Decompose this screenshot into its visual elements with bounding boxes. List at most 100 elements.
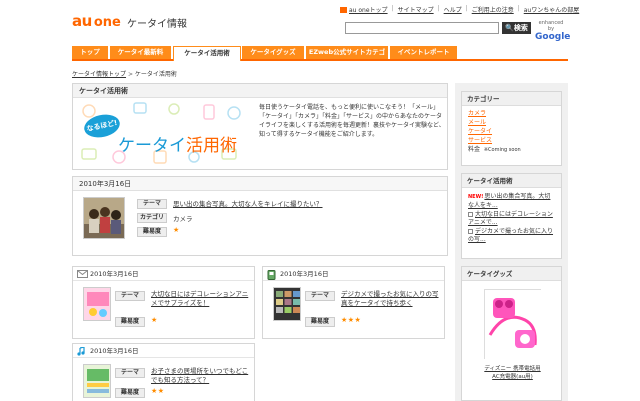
site-section-title: ケータイ情報 (127, 19, 187, 30)
card-theme-link[interactable]: お子さまの居場所をいつでもどこでも知る方法って？ (151, 367, 251, 385)
google-enhanced-label: enhanced by (538, 20, 564, 32)
tab-goods[interactable]: ケータイグッズ (242, 46, 305, 59)
search-input[interactable] (345, 22, 499, 34)
google-logo: Google (535, 32, 571, 42)
tab-howto[interactable]: ケータイ活用術 (173, 46, 241, 61)
feature-difficulty-label: 難易度 (137, 227, 167, 237)
phone-icon (267, 270, 276, 280)
coming-soon-note: ※Coming soon (483, 147, 521, 153)
hero-box-title: ケータイ活用術 (73, 84, 447, 98)
goods-caption-line1[interactable]: ディズニー 携帯電話用 (466, 365, 559, 373)
card-theme-label: テーマ (115, 368, 145, 378)
sidebar-howto-title: ケータイ活用術 (462, 174, 561, 188)
new-badge: NEW! (468, 194, 484, 200)
entry-card: 2010年3月16日 テーマ デジカメで撮ったお気に入りの写真をケータイで持ち歩… (262, 266, 445, 339)
card-header: 2010年3月16日 (73, 344, 254, 358)
card-theme-label: テーマ (305, 291, 335, 301)
group-photo-image (84, 198, 124, 238)
feature-category-label: カテゴリ (137, 213, 167, 223)
card-theme-link[interactable]: 大切な日にはデコレーションアニメでサプライズを！ (151, 290, 251, 308)
hero-title: ケータイ活用術 (118, 131, 237, 156)
card-theme-link[interactable]: デジカメで撮ったお気に入りの写真をケータイで持ち歩く (341, 290, 441, 308)
separator: | (437, 5, 440, 12)
card-difficulty-label: 難易度 (305, 317, 335, 327)
tab-top[interactable]: トップ (72, 46, 109, 59)
breadcrumb: ケータイ情報トップ > ケータイ活用術 (72, 69, 177, 78)
hero-title-part1: ケータイ (118, 136, 186, 156)
separator: | (391, 5, 394, 12)
tab-ezweb-category[interactable]: EZweb公式サイトカテゴリ (306, 46, 389, 69)
card-theme-label: テーマ (115, 291, 145, 301)
card-header: 2010年3月16日 (263, 267, 444, 281)
card-date: 2010年3月16日 (90, 270, 139, 278)
mail-icon (77, 270, 88, 278)
hero-box: ケータイ活用術 なるほど! ケータイ活用術 毎日使うケータイ電話を、もっと便利に… (72, 83, 448, 170)
card-thumbnail[interactable] (83, 287, 111, 321)
feature-category-value: カメラ (173, 215, 193, 223)
goods-caption[interactable]: ディズニー 携帯電話用 AC充電器(au用) (466, 365, 559, 381)
top-link-help[interactable]: ヘルプ (444, 5, 462, 14)
sidebar-howto-item[interactable]: 大切な日にはデコレーションアニメで... (462, 209, 561, 226)
hero-description: 毎日使うケータイ電話を、もっと便利に使いこなそう！「メール」「ケータイ」「カメラ… (259, 104, 445, 138)
au-one-logo[interactable]: au one (72, 12, 121, 30)
breadcrumb-separator: > (127, 71, 133, 78)
main-content: ケータイ活用術 なるほど! ケータイ活用術 毎日使うケータイ電話を、もっと便利に… (72, 83, 448, 401)
top-links: au oneトップ | サイトマップ | ヘルプ | ご利用上の注意 | auワ… (340, 5, 579, 14)
sidebar-item-camera[interactable]: カメラ (468, 109, 555, 118)
logo-au: au (72, 12, 92, 30)
sidebar-item-service[interactable]: サービス (468, 136, 555, 145)
top-link-home[interactable]: au oneトップ (340, 5, 388, 14)
sidebar-goods-box: ケータイグッズ ディズニー 携帯電話用 AC充電器(au用) (461, 266, 562, 401)
sidebar-item-keitai[interactable]: ケータイ (468, 127, 555, 136)
arrow-bullet-icon (468, 212, 473, 217)
main-nav: トップ ケータイ最新料 ケータイ活用術 ケータイグッズ EZweb公式サイトカテ… (72, 46, 568, 69)
deco-anime-image (84, 288, 110, 320)
sidebar: カテゴリー カメラ メール ケータイ サービス 料金 ※Coming soon … (455, 83, 568, 401)
sidebar-howto-item[interactable]: NEW!思い出の集合写真。大切な人をキ... (462, 188, 561, 209)
breadcrumb-parent[interactable]: ケータイ情報トップ (72, 71, 126, 78)
music-note-icon (77, 347, 85, 356)
feature-date: 2010年3月16日 (73, 177, 447, 191)
feature-entry: 2010年3月16日 テーマ 思い出の集合写真。大切な人をキレイに撮りたい？ カ… (72, 176, 448, 256)
top-link-terms[interactable]: ご利用上の注意 (472, 5, 514, 14)
entry-card: 2010年3月16日 テーマ 大切な日にはデコレーションアニメでサプライズを！ … (72, 266, 255, 339)
sidebar-item-fee: 料金 ※Coming soon (468, 146, 521, 153)
top-link-wanchan[interactable]: auワンちゃんの部屋 (524, 5, 579, 14)
card-difficulty-label: 難易度 (115, 317, 145, 327)
sidebar-howto-item[interactable]: デジカメで撮ったお気に入りの写... (462, 226, 561, 243)
separator: | (517, 5, 520, 12)
card-thumbnail[interactable] (273, 287, 301, 321)
card-header: 2010年3月16日 (73, 267, 254, 281)
card-thumbnail[interactable] (83, 364, 111, 398)
hero-illustration: なるほど! ケータイ活用術 (74, 99, 249, 169)
tab-event-report[interactable]: イベントレポート (390, 46, 458, 59)
search-icon: 🔍 (505, 24, 514, 32)
sidebar-howto-box: ケータイ活用術 NEW!思い出の集合写真。大切な人をキ... 大切な日にはデコレ… (461, 173, 562, 259)
card-difficulty-label: 難易度 (115, 388, 145, 398)
goods-thumbnail[interactable] (484, 289, 542, 360)
card-difficulty-stars: ★★★ (341, 316, 362, 324)
search-button[interactable]: 🔍検索 (502, 22, 531, 34)
sidebar-goods-title: ケータイグッズ (462, 267, 561, 281)
hero-title-part2: 活用術 (186, 136, 237, 156)
separator: | (465, 5, 468, 12)
home-icon (340, 7, 347, 13)
feature-theme-link[interactable]: 思い出の集合写真。大切な人をキレイに撮りたい？ (173, 198, 323, 208)
logo-one: one (93, 15, 121, 30)
feature-theme-label: テーマ (137, 199, 167, 209)
search-button-label: 検索 (513, 24, 528, 32)
arrow-bullet-icon (468, 229, 473, 234)
sidebar-category-box: カテゴリー カメラ メール ケータイ サービス 料金 ※Coming soon (461, 91, 562, 166)
card-date: 2010年3月16日 (90, 347, 139, 355)
card-difficulty-stars: ★ (151, 316, 158, 324)
top-link-sitemap[interactable]: サイトマップ (398, 5, 434, 14)
photo-grid-image (274, 288, 300, 320)
goods-caption-line2[interactable]: AC充電器(au用) (466, 373, 559, 381)
sidebar-item-mail[interactable]: メール (468, 118, 555, 127)
map-service-image (84, 365, 110, 397)
feature-thumbnail[interactable] (83, 197, 125, 239)
card-date: 2010年3月16日 (280, 270, 329, 278)
sidebar-category-list: カメラ メール ケータイ サービス 料金 ※Coming soon (462, 106, 561, 158)
tab-latest[interactable]: ケータイ最新料 (110, 46, 172, 59)
card-difficulty-stars: ★★ (151, 387, 165, 395)
